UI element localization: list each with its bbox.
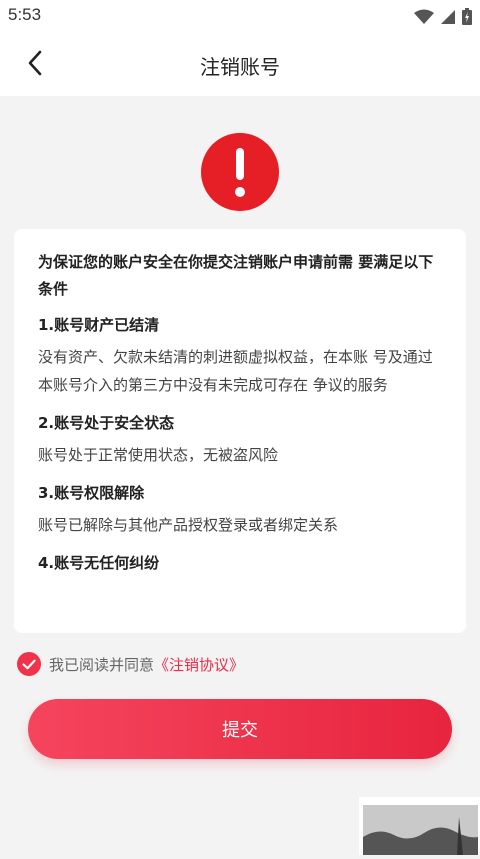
agree-checkbox[interactable] (17, 652, 41, 676)
agreement-row[interactable]: 我已阅读并同意 《注销协议》 (17, 651, 244, 677)
check-icon (22, 655, 36, 674)
agreement-text: 我已阅读并同意 (49, 655, 155, 674)
condition-desc: 没有资产、欠款未结清的刺进额虚拟权益，在本账 号及通过本账号介入的第三方中没有未… (38, 348, 433, 394)
signal-icon (440, 9, 456, 29)
status-bar: 5:53 (0, 0, 480, 34)
exclamation-icon (201, 133, 279, 211)
preview-thumbnail (359, 797, 480, 855)
condition-title: 2.账号处于安全状态 (38, 414, 175, 432)
condition-desc: 账号已解除与其他产品授权登录或者绑定关系 (38, 516, 339, 534)
page-title: 注销账号 (200, 55, 280, 79)
condition-title: 4.账号无任何纠纷 (38, 554, 160, 572)
top-bar: 注销账号 (0, 34, 480, 96)
conditions-intro: 为保证您的账户安全在你提交注销账户申请前需 要满足以下条件 (38, 253, 434, 298)
agreement-link[interactable]: 《注销协议》 (154, 654, 244, 675)
status-time: 5:53 (8, 5, 42, 24)
battery-icon (462, 8, 472, 29)
status-icons (414, 8, 472, 29)
wifi-icon (414, 9, 434, 29)
conditions-card: 为保证您的账户安全在你提交注销账户申请前需 要满足以下条件 1.账号财产已结清 … (14, 229, 466, 633)
condition-title: 3.账号权限解除 (38, 484, 145, 502)
submit-button[interactable]: 提交 (28, 699, 452, 759)
condition-desc: 账号处于正常使用状态，无被盗风险 (38, 446, 279, 464)
condition-title: 1.账号财产已结清 (38, 316, 160, 334)
